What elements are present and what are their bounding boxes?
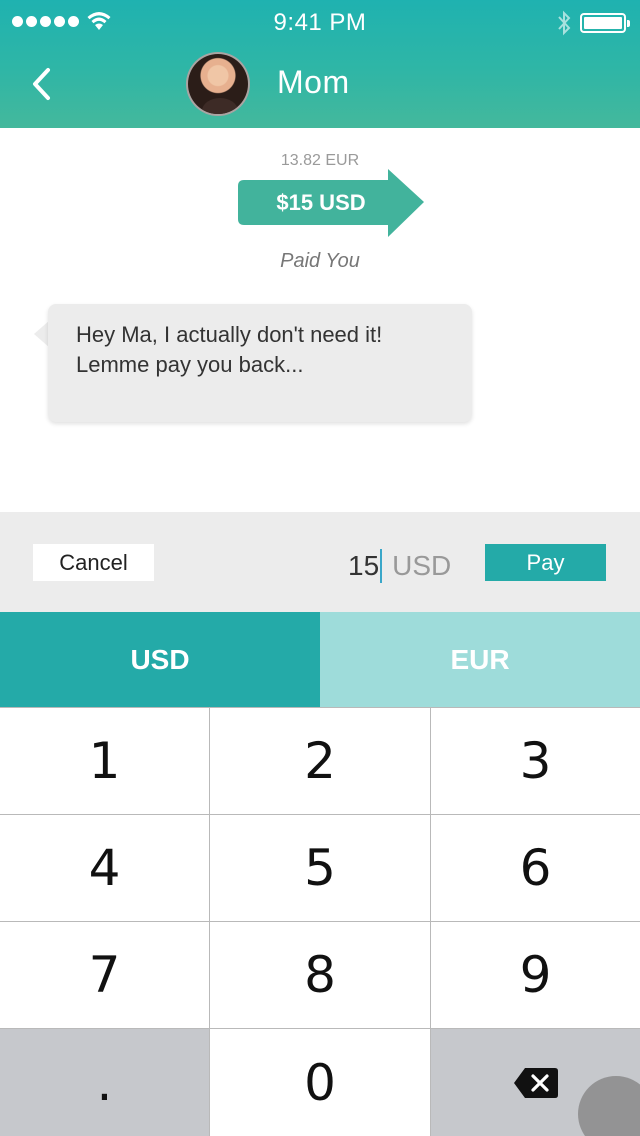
- key-3[interactable]: 3: [431, 708, 640, 814]
- backspace-icon: [513, 1067, 558, 1098]
- cancel-button[interactable]: Cancel: [33, 544, 154, 581]
- currency-option-eur[interactable]: EUR: [320, 612, 640, 707]
- amount-value: 15: [348, 550, 380, 581]
- payment-amount: $15 USD: [276, 190, 366, 215]
- key-9[interactable]: 9: [431, 922, 640, 1028]
- amount-field[interactable]: 15 USD: [348, 548, 451, 584]
- key-5[interactable]: 5: [210, 815, 430, 921]
- contact-name: Mom: [277, 64, 350, 100]
- contact-avatar[interactable]: [186, 52, 250, 116]
- status-time: 9:41 PM: [273, 9, 367, 36]
- key-1[interactable]: 1: [0, 708, 209, 814]
- bluetooth-icon: [558, 10, 571, 36]
- currency-option-usd[interactable]: USD: [0, 612, 320, 707]
- numeric-keypad: 1 2 3 4 5 6 7 8 9 . 0: [0, 707, 640, 1136]
- message-bubble: Hey Ma, I actually don't need it! Lemme …: [48, 304, 472, 422]
- key-6[interactable]: 6: [431, 815, 640, 921]
- key-0[interactable]: 0: [210, 1029, 430, 1136]
- nav-header: 9:41 PM Mom: [0, 0, 640, 128]
- battery-icon: [580, 13, 630, 33]
- key-2[interactable]: 2: [210, 708, 430, 814]
- amount-input-bar: Cancel 15 USD Pay: [0, 512, 640, 612]
- payment-status: Paid You: [280, 250, 360, 272]
- back-chevron-icon[interactable]: [28, 66, 56, 102]
- message-text: Hey Ma, I actually don't need it! Lemme …: [76, 322, 383, 377]
- text-caret: [380, 549, 383, 583]
- key-decimal[interactable]: .: [0, 1029, 209, 1136]
- amount-currency: USD: [392, 550, 452, 581]
- currency-toggle: USD EUR: [0, 612, 640, 707]
- key-4[interactable]: 4: [0, 815, 209, 921]
- key-8[interactable]: 8: [210, 922, 430, 1028]
- pay-button[interactable]: Pay: [485, 544, 606, 581]
- status-bar: 9:41 PM: [0, 0, 640, 44]
- key-7[interactable]: 7: [0, 922, 209, 1028]
